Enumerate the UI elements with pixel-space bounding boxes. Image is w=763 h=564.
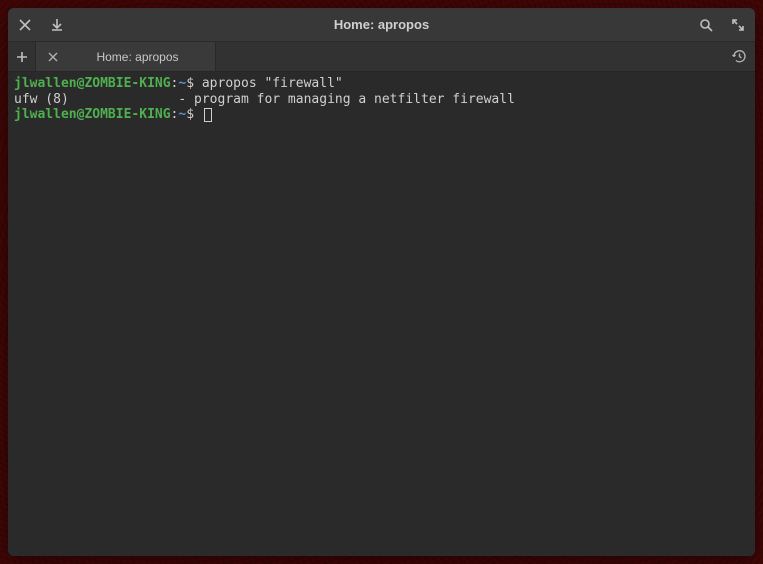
tabbar-spacer [216, 42, 723, 71]
output-text: ufw (8) - program for managing a netfilt… [14, 92, 515, 107]
prompt-user: jlwallen [14, 107, 77, 122]
plus-icon [16, 51, 28, 63]
titlebar[interactable]: Home: apropos [8, 8, 755, 42]
command-text: apropos "firewall" [194, 76, 343, 91]
history-button[interactable] [723, 42, 755, 71]
tab-label: Home: apropos [70, 50, 205, 64]
window-title: Home: apropos [66, 17, 697, 32]
history-icon [732, 49, 747, 64]
download-button[interactable] [48, 16, 66, 34]
prompt-user: jlwallen [14, 76, 77, 91]
terminal-viewport[interactable]: jlwallen@ZOMBIE-KING:~$ apropos "firewal… [8, 72, 755, 556]
terminal-window: Home: apropos Home: apropos jlwallen@ZOM… [8, 8, 755, 556]
prompt-symbol: $ [186, 76, 194, 91]
terminal-line-prompt-1: jlwallen@ZOMBIE-KING:~$ apropos "firewal… [14, 76, 749, 92]
download-icon [50, 18, 64, 32]
tab-bar: Home: apropos [8, 42, 755, 72]
search-icon [699, 18, 713, 32]
search-button[interactable] [697, 16, 715, 34]
prompt-host: ZOMBIE-KING [84, 76, 170, 91]
prompt-symbol: $ [186, 107, 194, 122]
maximize-button[interactable] [729, 16, 747, 34]
tab-close-button[interactable] [46, 50, 60, 64]
prompt-host: ZOMBIE-KING [84, 107, 170, 122]
titlebar-left-controls [16, 16, 66, 34]
close-window-button[interactable] [16, 16, 34, 34]
maximize-icon [731, 18, 745, 32]
terminal-line-prompt-2: jlwallen@ZOMBIE-KING:~$ [14, 107, 749, 123]
tab-active[interactable]: Home: apropos [36, 42, 216, 71]
close-icon [18, 18, 32, 32]
titlebar-right-controls [697, 16, 747, 34]
command-text [194, 107, 202, 122]
new-tab-button[interactable] [8, 42, 36, 71]
tab-close-icon [48, 52, 58, 62]
terminal-cursor [204, 108, 212, 122]
terminal-line-output-1: ufw (8) - program for managing a netfilt… [14, 92, 749, 108]
